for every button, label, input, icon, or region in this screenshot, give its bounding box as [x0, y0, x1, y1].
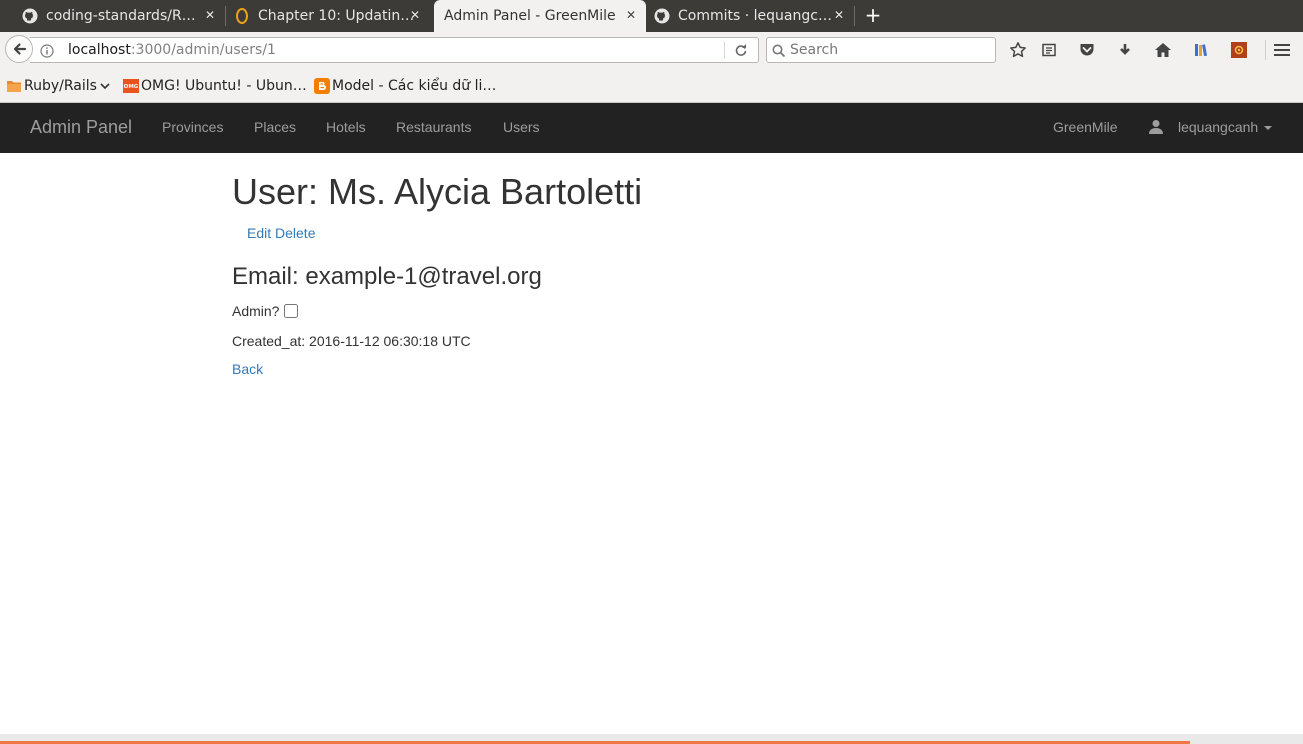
user-actions: Edit Delete	[247, 225, 315, 241]
admin-row: Admin?	[232, 303, 299, 319]
search-icon	[772, 43, 786, 58]
tab-chapter-10[interactable]: Chapter 10: Updatin… ✕	[226, 0, 430, 32]
pocket-icon[interactable]	[1077, 40, 1097, 60]
info-icon[interactable]	[40, 43, 54, 58]
nav-places[interactable]: Places	[254, 119, 296, 135]
tab-admin-panel[interactable]: Admin Panel - GreenMile ✕	[434, 0, 646, 32]
url-bar[interactable]: localhost:3000/admin/users/1	[30, 37, 759, 63]
edit-link[interactable]: Edit	[247, 225, 271, 241]
caret-down-icon	[1264, 126, 1273, 131]
bookmark-label: Model - Các kiểu dữ li…	[332, 78, 497, 94]
omg-icon: OMG	[123, 78, 139, 94]
library-icon[interactable]	[1191, 40, 1211, 60]
brand-link[interactable]: Admin Panel	[30, 117, 132, 138]
url-divider	[724, 42, 725, 59]
bookmark-ruby-rails[interactable]: Ruby/Rails	[6, 76, 110, 96]
bottom-strip	[0, 734, 1303, 744]
book-icon	[234, 8, 250, 24]
url-path: :3000/admin/users/1	[130, 42, 276, 58]
nav-hotels[interactable]: Hotels	[326, 119, 366, 135]
email-heading: Email: example-1@travel.org	[232, 263, 542, 290]
page-title: User: Ms. Alycia Bartoletti	[232, 171, 643, 212]
close-icon[interactable]: ✕	[626, 8, 636, 22]
back-button[interactable]	[5, 35, 33, 63]
close-icon[interactable]: ✕	[205, 8, 215, 22]
back-link[interactable]: Back	[232, 361, 263, 377]
app-navbar: Admin Panel Provinces Places Hotels Rest…	[0, 103, 1303, 153]
back-arrow-icon	[13, 43, 27, 55]
toolbar-divider	[1265, 40, 1266, 60]
svg-text:OMG: OMG	[124, 84, 139, 90]
tab-separator	[854, 6, 855, 26]
new-tab-button[interactable]: +	[862, 4, 884, 26]
bookmark-model[interactable]: Model - Các kiểu dữ li…	[314, 76, 496, 96]
delete-link[interactable]: Delete	[275, 225, 315, 241]
user-dropdown[interactable]: lequangcanh	[1178, 119, 1273, 135]
folder-icon	[6, 78, 22, 94]
reload-icon[interactable]	[734, 42, 748, 56]
blogger-icon	[314, 78, 330, 94]
user-name: lequangcanh	[1178, 119, 1259, 135]
close-icon[interactable]: ✕	[834, 8, 844, 22]
chevron-down-icon	[100, 78, 110, 94]
tab-coding-standards[interactable]: coding-standards/R… ✕	[0, 0, 225, 32]
nav-users[interactable]: Users	[503, 119, 540, 135]
bookmark-star-icon[interactable]	[1008, 40, 1028, 60]
download-icon[interactable]	[1115, 40, 1135, 60]
tab-title: Chapter 10: Updatin…	[258, 8, 415, 24]
admin-checkbox[interactable]	[284, 304, 299, 318]
github-icon	[22, 8, 38, 24]
nav-greenmile[interactable]: GreenMile	[1053, 119, 1118, 135]
nav-provinces[interactable]: Provinces	[162, 119, 223, 135]
tab-title: coding-standards/R…	[46, 8, 196, 24]
close-icon[interactable]: ✕	[410, 8, 420, 22]
url-host: localhost	[68, 42, 131, 58]
url-text: localhost:3000/admin/users/1	[68, 42, 276, 58]
bookmark-label: Ruby/Rails	[24, 78, 97, 94]
tab-commits[interactable]: Commits · lequangc… ✕	[646, 0, 854, 32]
tab-title: Admin Panel - GreenMile	[444, 8, 616, 24]
admin-label: Admin?	[232, 303, 280, 319]
extension-icon[interactable]	[1229, 40, 1249, 60]
bookmark-label: OMG! Ubuntu! - Ubun…	[141, 78, 307, 94]
search-bar[interactable]	[766, 37, 996, 63]
github-icon	[654, 8, 670, 24]
reading-list-icon[interactable]	[1039, 40, 1059, 60]
home-icon[interactable]	[1153, 40, 1173, 60]
tab-title: Commits · lequangc…	[678, 8, 832, 24]
user-icon	[1149, 119, 1163, 135]
bookmarks-toolbar: Ruby/Rails OMG OMG! Ubuntu! - Ubun… Mode…	[0, 68, 1303, 103]
browser-toolbar: localhost:3000/admin/users/1	[0, 32, 1303, 68]
search-input[interactable]	[790, 40, 980, 60]
nav-restaurants[interactable]: Restaurants	[396, 119, 471, 135]
created-at: Created_at: 2016-11-12 06:30:18 UTC	[232, 333, 471, 349]
bookmark-omg-ubuntu[interactable]: OMG OMG! Ubuntu! - Ubun…	[123, 76, 307, 96]
hamburger-menu-icon[interactable]	[1272, 40, 1292, 60]
browser-tab-strip: coding-standards/R… ✕ Chapter 10: Updati…	[0, 0, 1303, 32]
